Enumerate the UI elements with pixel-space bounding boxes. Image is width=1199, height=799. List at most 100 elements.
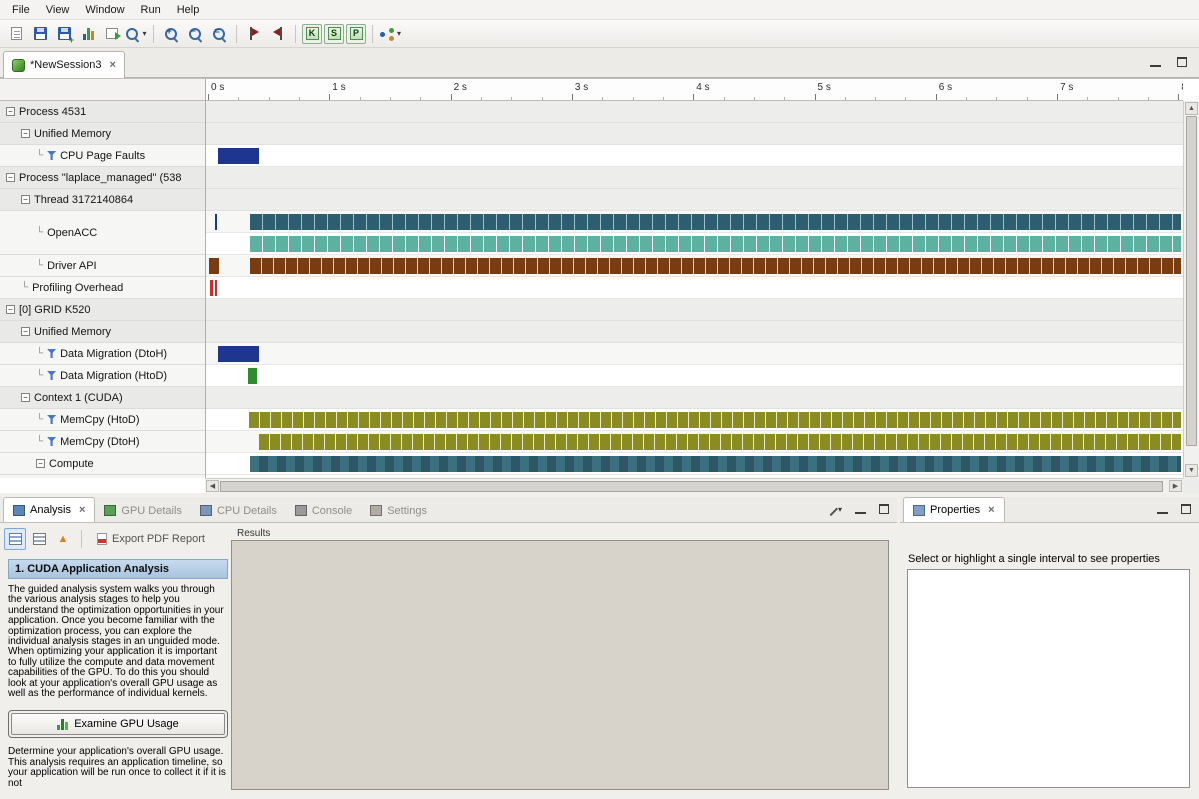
run-analysis-dropdown[interactable]: ▾ <box>378 22 402 46</box>
minimize-icon[interactable] <box>1157 505 1168 514</box>
maximize-icon[interactable] <box>1181 504 1191 514</box>
scroll-right-icon[interactable]: ▶ <box>1169 480 1182 492</box>
maximize-icon[interactable] <box>1177 57 1187 67</box>
tree-row[interactable]: −Thread 3172140864 <box>0 189 205 211</box>
menu-view[interactable]: View <box>38 2 78 18</box>
expander-minus-icon[interactable]: − <box>6 305 15 314</box>
kernel-toggle-button[interactable]: K <box>302 24 322 44</box>
save-all-button[interactable]: + <box>52 22 76 46</box>
close-icon[interactable]: × <box>110 60 116 71</box>
horizontal-scrollbar-thumb[interactable] <box>220 481 1163 492</box>
guided-analysis-toggle[interactable] <box>4 528 26 550</box>
timeline-interval-bar[interactable] <box>215 280 217 296</box>
timeline-lane[interactable] <box>206 211 1183 233</box>
timeline-lane[interactable] <box>206 189 1183 211</box>
horizontal-scrollbar[interactable]: ◀ ▶ <box>205 478 1183 493</box>
tree-row[interactable]: −Context 1 (CUDA) <box>0 387 205 409</box>
timeline-lane[interactable] <box>206 387 1183 409</box>
menu-run[interactable]: Run <box>133 2 169 18</box>
tree-row[interactable]: └Profiling Overhead <box>0 277 205 299</box>
expander-minus-icon[interactable]: − <box>21 327 30 336</box>
timeline-lane[interactable] <box>206 299 1183 321</box>
power-toggle-button[interactable]: P <box>346 24 366 44</box>
timeline-interval-bar[interactable] <box>250 258 1181 274</box>
timeline-interval-bar[interactable] <box>209 258 219 274</box>
tree-row[interactable]: └OpenACC <box>0 211 205 255</box>
tree-row[interactable]: └MemCpy (HtoD) <box>0 409 205 431</box>
timeline-interval-bar[interactable] <box>248 368 256 384</box>
timeline-lane[interactable] <box>206 145 1183 167</box>
save-session-button[interactable] <box>28 22 52 46</box>
menu-help[interactable]: Help <box>169 2 208 18</box>
timeline-lane[interactable] <box>206 101 1183 123</box>
back-button[interactable]: ▲ <box>52 528 74 550</box>
timeline-interval-bar[interactable] <box>210 280 212 296</box>
profile-application-button[interactable] <box>76 22 100 46</box>
scroll-left-icon[interactable]: ◀ <box>206 480 219 492</box>
timeline-lane[interactable] <box>206 431 1183 453</box>
timeline-interval-bar[interactable] <box>259 434 1181 450</box>
timeline-interval-bar[interactable] <box>249 412 1181 428</box>
timeline-lane[interactable] <box>206 123 1183 145</box>
tree-row[interactable]: −Process "laplace_managed" (538 <box>0 167 205 189</box>
export-timeline-button[interactable] <box>100 22 124 46</box>
maximize-icon[interactable] <box>879 504 889 514</box>
new-session-button[interactable] <box>4 22 28 46</box>
tree-row[interactable]: └MemCpy (DtoH) <box>0 431 205 453</box>
session-tab[interactable]: *NewSession3 × <box>3 51 125 78</box>
tab-console[interactable]: Console <box>286 499 361 522</box>
timeline-lane[interactable] <box>206 167 1183 189</box>
expander-minus-icon[interactable]: − <box>21 129 30 138</box>
zoom-tool-dropdown[interactable]: ▾ <box>124 22 148 46</box>
source-toggle-button[interactable]: S <box>324 24 344 44</box>
prev-marker-button[interactable] <box>266 22 290 46</box>
tree-row[interactable]: −Process 4531 <box>0 101 205 123</box>
scroll-down-icon[interactable]: ▼ <box>1185 464 1198 477</box>
tree-row[interactable]: −Unified Memory <box>0 321 205 343</box>
close-icon[interactable]: × <box>79 505 85 516</box>
vertical-scrollbar-thumb[interactable] <box>1186 116 1197 446</box>
export-pdf-button[interactable]: Export PDF Report <box>89 528 213 550</box>
timeline-interval-bar[interactable] <box>250 236 1181 252</box>
tab-settings[interactable]: Settings <box>361 499 436 522</box>
tab-properties[interactable]: Properties × <box>903 497 1005 522</box>
tree-row[interactable]: −[0] GRID K520 <box>0 299 205 321</box>
vertical-scrollbar[interactable]: ▲ ▼ <box>1183 101 1199 478</box>
expander-minus-icon[interactable]: − <box>21 195 30 204</box>
next-marker-button[interactable] <box>242 22 266 46</box>
timeline-lane[interactable] <box>206 233 1183 255</box>
timeline-lane[interactable] <box>206 321 1183 343</box>
tab-cpu-details[interactable]: CPU Details <box>191 499 286 522</box>
minimize-icon[interactable] <box>855 505 866 514</box>
timeline-interval-bar[interactable] <box>250 214 1181 230</box>
timeline-interval-bar[interactable] <box>215 214 217 230</box>
tab-gpu-details[interactable]: GPU Details <box>95 499 191 522</box>
timeline-lane[interactable] <box>206 365 1183 387</box>
timeline-lane[interactable] <box>206 409 1183 431</box>
timeline-lane[interactable] <box>206 343 1183 365</box>
examine-gpu-usage-button[interactable]: Examine GPU Usage <box>11 713 225 735</box>
menu-file[interactable]: File <box>4 2 38 18</box>
zoom-fit-button[interactable]: = <box>207 22 231 46</box>
unguided-analysis-toggle[interactable] <box>28 528 50 550</box>
expander-minus-icon[interactable]: − <box>6 173 15 182</box>
tab-analysis[interactable]: Analysis× <box>3 497 95 522</box>
minimize-icon[interactable] <box>1150 58 1161 67</box>
tree-row[interactable]: └Driver API <box>0 255 205 277</box>
tree-row[interactable]: −Compute <box>0 453 205 475</box>
zoom-out-button[interactable]: − <box>183 22 207 46</box>
tree-row[interactable]: └Data Migration (DtoH) <box>0 343 205 365</box>
expander-minus-icon[interactable]: − <box>21 393 30 402</box>
timeline-lane[interactable] <box>206 255 1183 277</box>
tree-row[interactable]: └Data Migration (HtoD) <box>0 365 205 387</box>
timeline-lane[interactable] <box>206 277 1183 299</box>
expander-minus-icon[interactable]: − <box>36 459 45 468</box>
view-menu-icon[interactable]: ▾ <box>826 504 842 514</box>
timeline-interval-bar[interactable] <box>218 148 259 164</box>
expander-minus-icon[interactable]: − <box>6 107 15 116</box>
zoom-in-button[interactable]: + <box>159 22 183 46</box>
close-icon[interactable]: × <box>988 505 994 516</box>
timeline-ruler[interactable]: 0 s1 s2 s3 s4 s5 s6 s7 s8 s <box>205 79 1183 101</box>
timeline-lane[interactable] <box>206 453 1183 475</box>
tree-row[interactable]: −Unified Memory <box>0 123 205 145</box>
